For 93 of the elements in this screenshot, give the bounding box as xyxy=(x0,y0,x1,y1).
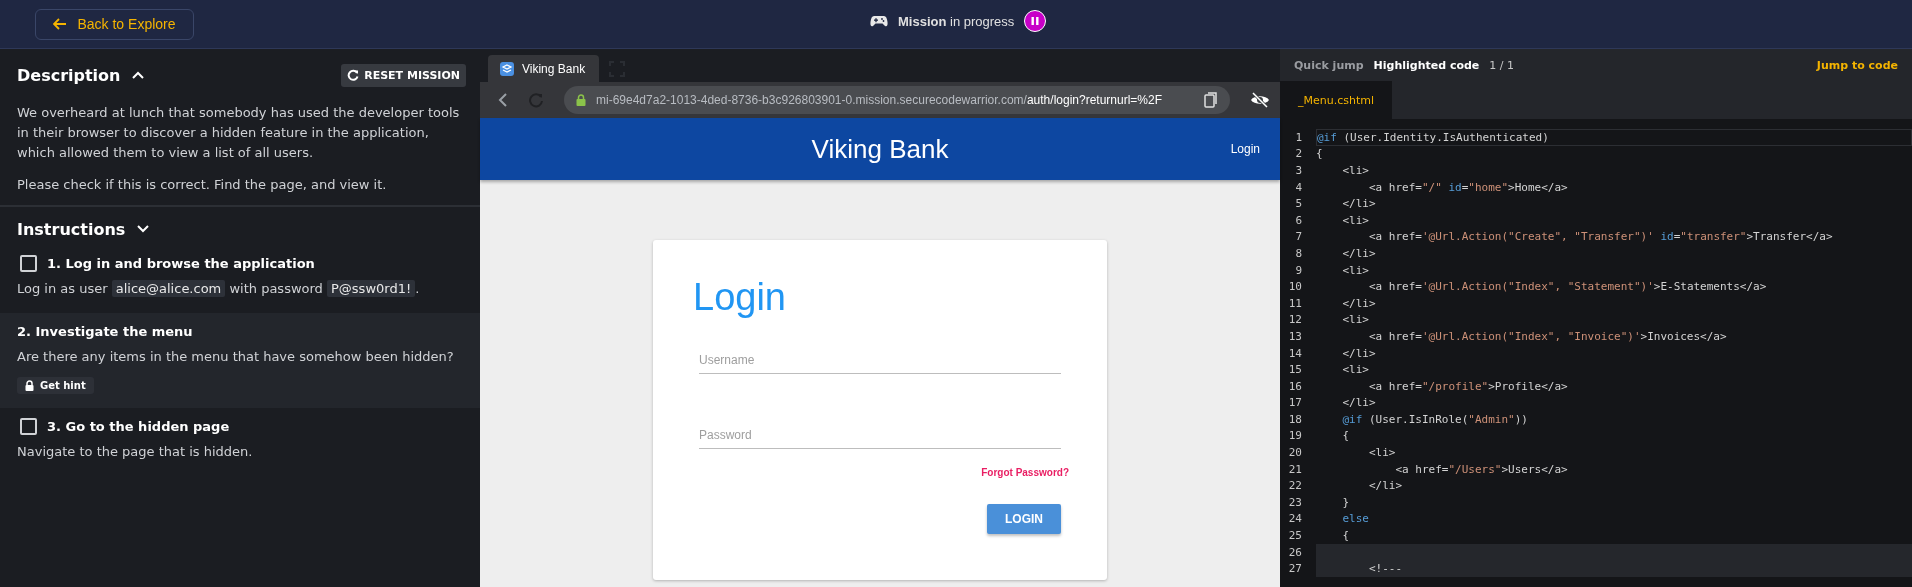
code-line: <li> xyxy=(1367,445,1397,461)
code-line: <li> xyxy=(1341,163,1370,179)
line-number: 27 xyxy=(1287,562,1303,576)
step-text: Navigate to the page that is hidden. xyxy=(17,443,254,461)
code-line: </li> xyxy=(1341,345,1377,362)
line-number: 18 xyxy=(1287,412,1303,426)
line-number: 8 xyxy=(1294,246,1303,260)
description-heading: Description xyxy=(17,65,121,85)
reload-icon xyxy=(347,69,360,81)
checkbox[interactable] xyxy=(20,417,37,435)
line-number: 25 xyxy=(1287,529,1303,543)
get-hint-button[interactable]: Get hint xyxy=(17,377,94,394)
site-icon xyxy=(500,61,514,76)
line-number: 11 xyxy=(1287,296,1303,310)
back-button[interactable]: Back to Explore xyxy=(35,8,194,40)
line-number: 10 xyxy=(1287,280,1303,294)
step-text: Log in as user alice@alice.com with password P@ssw0rd1! . xyxy=(17,279,421,299)
line-number: 26 xyxy=(1287,545,1303,559)
line-number: 13 xyxy=(1287,329,1303,343)
highlighted-code-label: Highlighted code xyxy=(1373,58,1480,72)
gamepad-icon xyxy=(870,14,888,28)
code-line: <a href='@Url.Action("Index", "Statement")'>E-Statements</a> xyxy=(1367,279,1768,295)
line-number: 9 xyxy=(1294,263,1303,277)
line-number: 7 xyxy=(1294,230,1303,244)
eye-slash-icon[interactable] xyxy=(1250,92,1270,108)
code-line: <a href='@Url.Action("Create", "Transfer")' id="transfer">Transfer</a> xyxy=(1367,229,1834,246)
code-line: } xyxy=(1341,494,1351,511)
line-number: 2 xyxy=(1294,147,1303,161)
login-title: Login xyxy=(693,276,787,319)
checkbox[interactable] xyxy=(20,254,37,272)
code-line: <a href="/" id="home">Home</a> xyxy=(1367,179,1569,196)
step-title: 1. Log in and browse the application xyxy=(47,255,315,271)
code-line: { xyxy=(1341,428,1351,445)
code-line: { xyxy=(1341,528,1351,544)
line-number: 21 xyxy=(1287,462,1303,476)
code-line: <a href='@Url.Action("Index", "Invoice")'>Invoices</a> xyxy=(1367,328,1728,345)
line-number: 17 xyxy=(1287,396,1303,410)
line-number: 24 xyxy=(1287,512,1303,526)
instructions-heading: Instructions xyxy=(17,219,126,239)
code-line: else xyxy=(1341,511,1370,528)
code-line: </li> xyxy=(1341,395,1377,412)
line-number: 14 xyxy=(1287,346,1303,360)
line-number: 4 xyxy=(1294,180,1303,194)
code-line: <li> xyxy=(1341,262,1370,279)
jump-to-code-link[interactable]: Jump to code xyxy=(1816,58,1898,72)
arrow-left-icon xyxy=(53,18,68,30)
line-number: 12 xyxy=(1287,313,1303,327)
url-field[interactable]: mi-69e4d7a2-1013-4ded-8736-b3c926803901-0.mission.securecodewarrior.com/auth/login?returnurl=%2F xyxy=(564,86,1230,114)
line-number: 3 xyxy=(1294,164,1303,177)
code-line: </li> xyxy=(1341,245,1377,262)
code-line: @if (User.IsInRole("Admin")) xyxy=(1341,411,1529,428)
code-line: </li> xyxy=(1341,196,1377,212)
code-line: <li> xyxy=(1341,362,1370,378)
login-link[interactable]: Login xyxy=(1230,142,1260,156)
chevron-icon[interactable] xyxy=(132,71,145,79)
back-icon[interactable] xyxy=(498,92,508,108)
line-number: 6 xyxy=(1294,213,1303,227)
line-number: 23 xyxy=(1287,495,1303,509)
lock-icon xyxy=(25,380,34,391)
pause-icon xyxy=(1030,16,1041,26)
match-count: 1 / 1 xyxy=(1489,58,1515,72)
description-text: We overheard at lunch that somebody has used the developer tools in their browser to discover a hidden feature in the application, which allowed them to view a list of all users. xyxy=(17,104,461,162)
forgot-password-link[interactable]: Forgot Password? xyxy=(981,467,1069,478)
quick-jump-label: Quick jump xyxy=(1294,58,1364,72)
code-line: </li> xyxy=(1367,478,1404,495)
line-number: 1 xyxy=(1294,130,1303,144)
description-text: Please check if this is correct. Find the page, and view it. xyxy=(17,176,388,194)
input-field[interactable]: Username xyxy=(699,339,1061,374)
line-number: 5 xyxy=(1294,197,1303,211)
code-line: { xyxy=(1316,146,1324,163)
code-line: <a href="/profile">Profile</a> xyxy=(1367,378,1569,395)
lock-icon xyxy=(576,94,586,106)
site-brand: Viking Bank xyxy=(811,133,949,165)
line-number: 15 xyxy=(1287,363,1303,377)
code-line: <li> xyxy=(1341,212,1370,229)
mission-status: Mission in progress xyxy=(898,13,1015,29)
pause-button[interactable] xyxy=(1024,10,1047,32)
chevron-icon[interactable] xyxy=(137,225,150,233)
browser-tab[interactable]: Viking Bank xyxy=(488,55,600,82)
code-line: <li> xyxy=(1341,312,1370,329)
line-number: 19 xyxy=(1287,429,1303,443)
input-field[interactable]: Password xyxy=(699,414,1061,449)
line-number: 20 xyxy=(1287,446,1303,460)
code-line: <a href="/Users">Users</a> xyxy=(1394,461,1569,478)
file-tab[interactable]: _Menu.cshtml xyxy=(1280,81,1393,119)
code-line: </li> xyxy=(1341,295,1377,312)
copy-icon[interactable] xyxy=(1204,92,1218,108)
step-text: Are there any items in the menu that have somehow been hidden? xyxy=(17,348,455,366)
reset-mission-button[interactable]: RESET MISSION xyxy=(341,63,466,87)
line-number: 22 xyxy=(1287,479,1303,493)
step-title: 2. Investigate the menu xyxy=(17,323,193,339)
step-title: 3. Go to the hidden page xyxy=(47,418,230,434)
line-number: 16 xyxy=(1287,379,1303,393)
